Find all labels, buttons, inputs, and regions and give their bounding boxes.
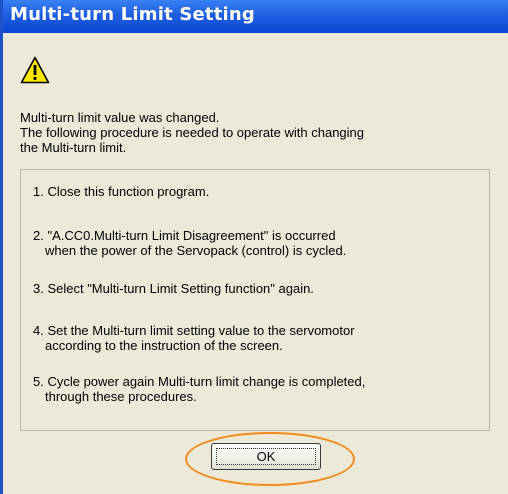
ok-button[interactable]: OK <box>211 443 321 470</box>
step-text: according to the instruction of the scre… <box>45 338 283 353</box>
message-line: The following procedure is needed to ope… <box>20 125 365 140</box>
warning-icon <box>20 56 50 84</box>
message-line: the Multi-turn limit. <box>20 140 127 155</box>
step-text: 5. Cycle power again Multi-turn limit ch… <box>33 374 366 389</box>
window-title: Multi-turn Limit Setting <box>10 4 256 25</box>
title-bar[interactable]: Multi-turn Limit Setting <box>3 0 508 33</box>
procedure-step-4: 4. Set the Multi-turn limit setting valu… <box>33 323 355 353</box>
step-text: 1. Close this function program. <box>33 184 210 199</box>
step-text: 3. Select "Multi-turn Limit Setting func… <box>33 281 314 296</box>
procedure-step-5: 5. Cycle power again Multi-turn limit ch… <box>33 374 365 404</box>
step-text: when the power of the Servopack (control… <box>45 243 347 258</box>
procedure-step-3: 3. Select "Multi-turn Limit Setting func… <box>33 281 314 296</box>
message-line: Multi-turn limit value was changed. <box>20 110 220 125</box>
step-text: 2. "A.CC0.Multi-turn Limit Disagreement"… <box>33 228 336 243</box>
step-text: 4. Set the Multi-turn limit setting valu… <box>33 323 355 338</box>
dialog-window: Multi-turn Limit Setting Multi-turn limi… <box>0 0 508 494</box>
procedure-step-2: 2. "A.CC0.Multi-turn Limit Disagreement"… <box>33 228 346 258</box>
step-text: through these procedures. <box>45 389 197 404</box>
procedure-panel: 1. Close this function program. 2. "A.CC… <box>20 169 490 431</box>
ok-button-label: OK <box>256 449 276 464</box>
procedure-step-1: 1. Close this function program. <box>33 184 209 199</box>
warning-message: Multi-turn limit value was changed. The … <box>20 110 500 155</box>
